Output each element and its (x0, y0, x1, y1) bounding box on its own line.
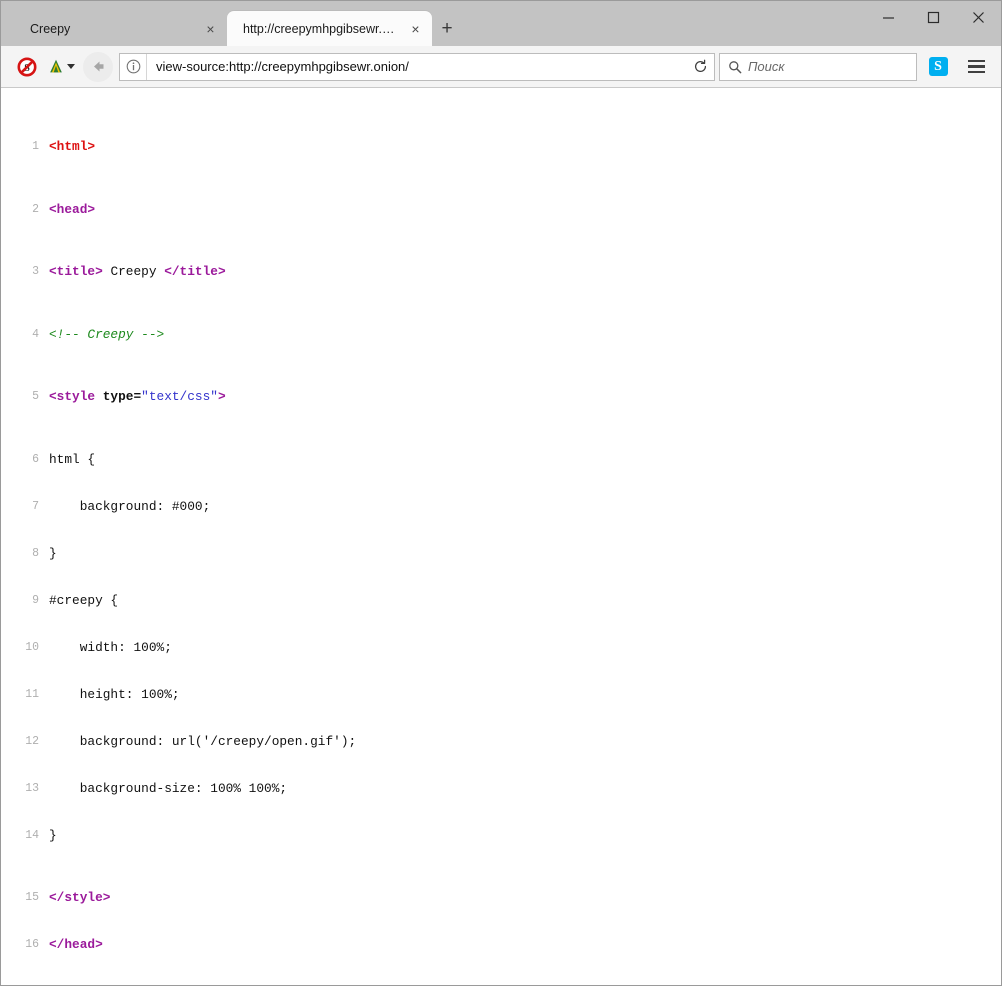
browser-window: Creepy × http://creepymhpgibsewr.oni... … (0, 0, 1002, 986)
code-line: <body> (1, 984, 1001, 985)
code-line: <head> (1, 202, 1001, 218)
noscript-icon[interactable]: S (13, 53, 41, 81)
token-text: background-size: 100% 100%; (49, 781, 287, 796)
code-line: background: url('/creepy/open.gif'); (1, 734, 1001, 750)
tab-label: http://creepymhpgibsewr.oni... (243, 21, 401, 37)
reload-icon[interactable] (686, 54, 714, 80)
code-line: } (1, 546, 1001, 562)
token-text: width: 100%; (49, 640, 172, 655)
tab-view-source[interactable]: http://creepymhpgibsewr.oni... × (227, 11, 432, 46)
code-line: background: #000; (1, 499, 1001, 515)
code-line: } (1, 828, 1001, 844)
tab-creepy[interactable]: Creepy × (12, 11, 227, 46)
menu-line (968, 60, 985, 63)
token-text: } (49, 546, 57, 561)
code-line: <title> Creepy </title> (1, 264, 1001, 280)
code-line: <style type="text/css"> (1, 389, 1001, 405)
chevron-down-icon[interactable] (67, 64, 75, 69)
token-text: background: url('/creepy/open.gif'); (49, 734, 356, 749)
info-circle-icon[interactable] (120, 54, 147, 80)
token-text: #creepy { (49, 593, 118, 608)
skype-button[interactable]: S (923, 52, 953, 82)
token-text: } (49, 828, 57, 843)
code-line: </style> (1, 890, 1001, 906)
token-tag: </head> (49, 937, 103, 952)
back-button[interactable] (83, 52, 113, 82)
token-tag: </title> (164, 264, 225, 279)
search-bar[interactable]: Поиск (719, 53, 917, 81)
code-line: <html> (1, 139, 1001, 155)
window-controls (866, 1, 1001, 34)
source-code: <html> <head> <title> Creepy </title> <!… (1, 92, 1001, 985)
token-attr: type= (95, 389, 141, 404)
url-bar[interactable]: view-source:http://creepymhpgibsewr.onio… (119, 53, 715, 81)
code-line: <!-- Creepy --> (1, 327, 1001, 343)
new-tab-button[interactable]: + (432, 11, 462, 46)
tab-strip: Creepy × http://creepymhpgibsewr.oni... … (1, 1, 1001, 46)
menu-line (968, 71, 985, 74)
code-line: </head> (1, 937, 1001, 953)
token-tag: <body> (49, 984, 95, 985)
code-line: #creepy { (1, 593, 1001, 609)
token-text: Creepy (103, 264, 164, 279)
token-value: "text/css" (141, 389, 218, 404)
token-tag: > (218, 389, 226, 404)
url-text[interactable]: view-source:http://creepymhpgibsewr.onio… (147, 54, 686, 80)
token-tag: <head> (49, 202, 95, 217)
token-tag: <title> (49, 264, 103, 279)
hamburger-menu-icon[interactable] (959, 52, 993, 82)
token-comment: <!-- Creepy --> (49, 327, 164, 342)
close-button[interactable] (956, 1, 1001, 34)
token-text: background: #000; (49, 499, 210, 514)
token-tag: </style> (49, 890, 110, 905)
tab-list: Creepy × http://creepymhpgibsewr.oni... … (1, 1, 462, 46)
token-text: height: 100%; (49, 687, 180, 702)
tab-close-icon[interactable]: × (407, 20, 424, 37)
code-line: background-size: 100% 100%; (1, 781, 1001, 797)
tab-close-icon[interactable]: × (202, 20, 219, 37)
token-tag: <html> (49, 139, 95, 154)
tab-label: Creepy (30, 21, 196, 37)
search-input[interactable]: Поиск (748, 54, 785, 80)
code-line: height: 100%; (1, 687, 1001, 703)
code-line: html { (1, 452, 1001, 468)
maximize-button[interactable] (911, 1, 956, 34)
code-line: width: 100%; (1, 640, 1001, 656)
token-tag: <style (49, 389, 95, 404)
addon-icon[interactable] (47, 53, 75, 81)
search-icon (728, 60, 742, 74)
minimize-button[interactable] (866, 1, 911, 34)
skype-icon: S (929, 57, 948, 76)
menu-line (968, 65, 985, 68)
navigation-toolbar: S view-so (1, 46, 1001, 88)
view-source-pane[interactable]: <html> <head> <title> Creepy </title> <!… (1, 88, 1001, 985)
token-text: html { (49, 452, 95, 467)
